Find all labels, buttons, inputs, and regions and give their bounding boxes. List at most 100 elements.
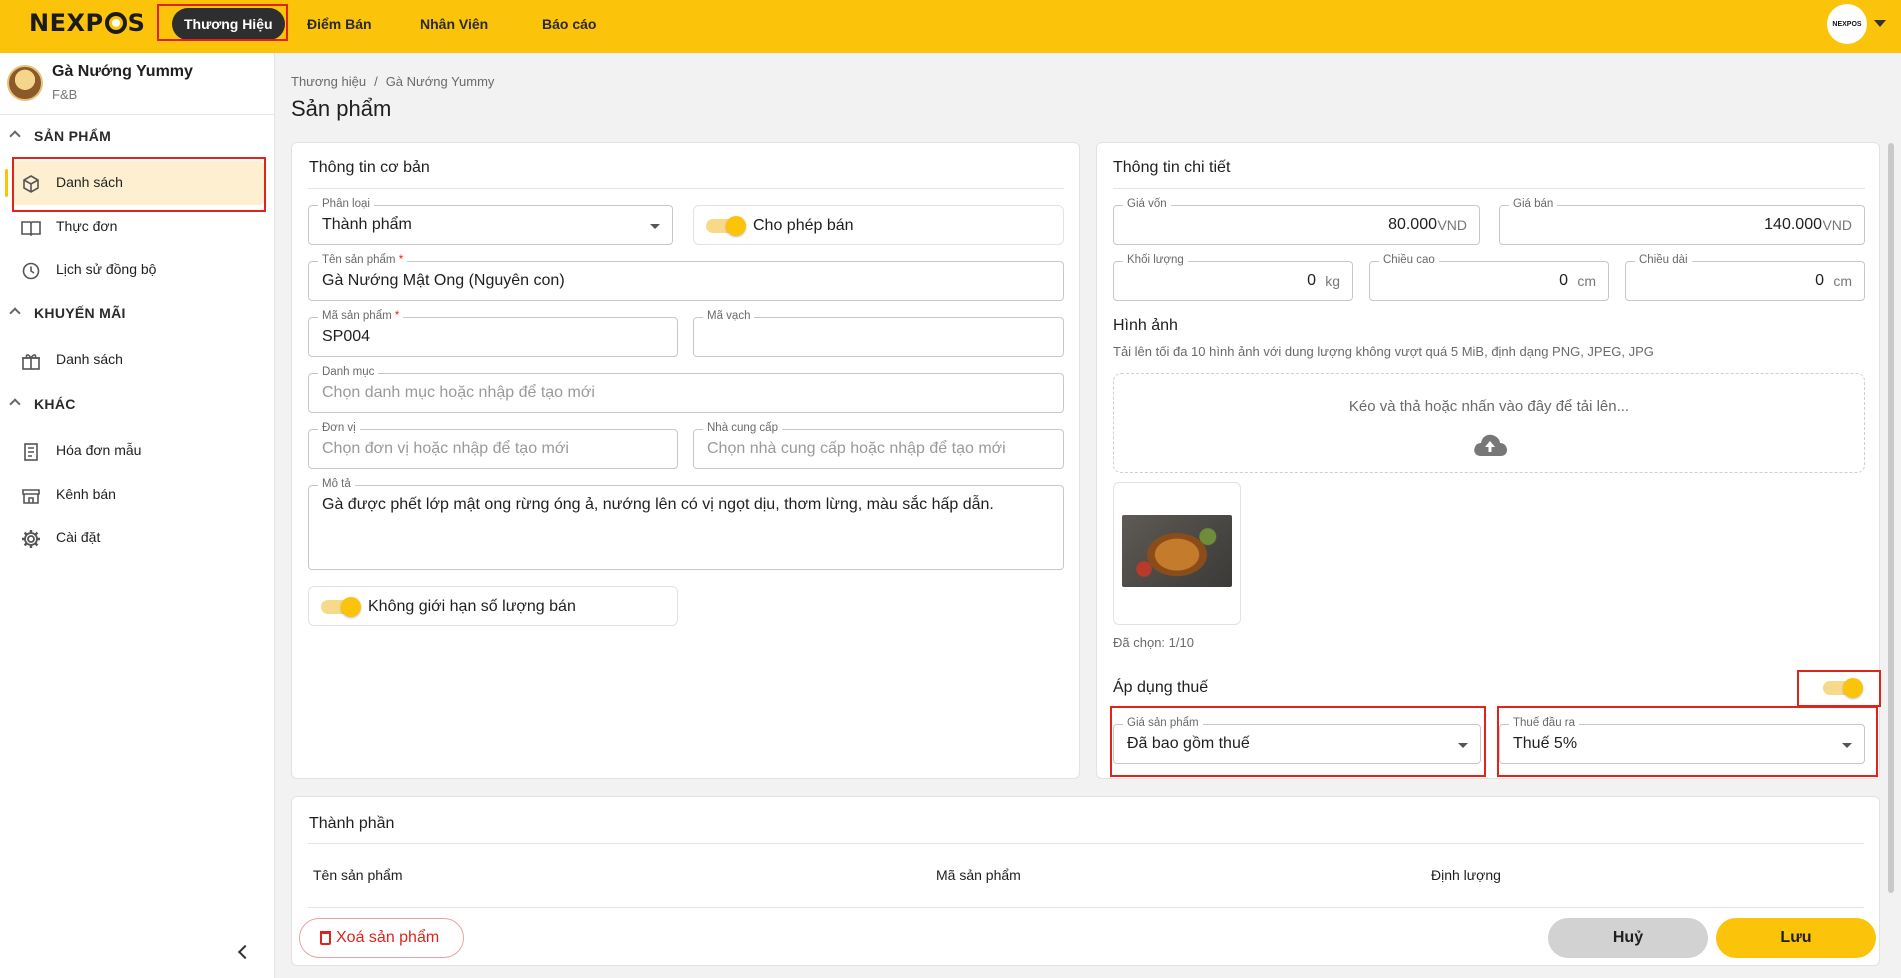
gift-icon bbox=[22, 354, 40, 370]
history-icon bbox=[22, 262, 40, 280]
trash-icon bbox=[320, 931, 331, 945]
chevron-up-icon bbox=[9, 398, 21, 410]
output-tax-select[interactable]: Thuế đầu ra Thuế 5% bbox=[1499, 717, 1865, 764]
images-title: Hình ảnh bbox=[1113, 317, 1178, 334]
nav-tab-outlets[interactable]: Điểm Bán bbox=[295, 8, 384, 40]
sidebar-item-promo-list[interactable]: Danh sách bbox=[12, 338, 264, 382]
breadcrumb-separator: / bbox=[374, 74, 378, 89]
section-title: KHUYẾN MÃI bbox=[34, 305, 126, 321]
brand-name: Gà Nướng Yummy bbox=[52, 63, 193, 80]
category-field[interactable]: Danh mục Chọn danh mục hoặc nhập để tạo … bbox=[308, 366, 1064, 413]
sell-price-field[interactable]: Giá bán 140.000 VND bbox=[1499, 198, 1865, 245]
nav-tab-staff[interactable]: Nhân Viên bbox=[408, 8, 500, 40]
field-unit: VND bbox=[1437, 217, 1467, 233]
delete-label: Xoá sản phẩm bbox=[336, 929, 440, 946]
sidebar-item-label: Danh sách bbox=[56, 351, 123, 367]
height-field[interactable]: Chiều cao 0 cm bbox=[1369, 254, 1609, 301]
breadcrumb-current[interactable]: Gà Nướng Yummy bbox=[386, 74, 495, 89]
sidebar-item-sales-channel[interactable]: Kênh bán bbox=[12, 473, 264, 517]
save-button[interactable]: Lưu bbox=[1716, 918, 1876, 958]
toggle-knob bbox=[1843, 678, 1863, 698]
card-title: Thông tin chi tiết bbox=[1113, 159, 1231, 176]
divider bbox=[308, 907, 1864, 908]
allow-sale-toggle[interactable] bbox=[706, 216, 746, 236]
brand-avatar bbox=[7, 65, 43, 101]
chevron-down-icon[interactable] bbox=[1874, 20, 1886, 27]
menu-book-icon bbox=[21, 221, 41, 237]
sidebar-item-label: Lịch sử đồng bộ bbox=[56, 261, 157, 277]
supplier-field[interactable]: Nhà cung cấp Chọn nhà cung cấp hoặc nhập… bbox=[693, 422, 1064, 469]
dropdown-arrow-icon bbox=[650, 224, 660, 229]
column-header-product-code: Mã sản phẩm bbox=[936, 867, 1021, 883]
sidebar-item-label: Thực đơn bbox=[56, 218, 118, 234]
field-label: Khối lượng bbox=[1123, 254, 1188, 266]
nexpos-logo[interactable]: NEXP S bbox=[29, 9, 145, 37]
field-label: Chiều cao bbox=[1379, 254, 1439, 266]
breadcrumb-brand[interactable]: Thương hiệu bbox=[291, 74, 366, 89]
page-scrollbar[interactable] bbox=[1888, 143, 1894, 893]
brand-type: F&B bbox=[52, 87, 78, 102]
field-value: Thuế 5% bbox=[1513, 735, 1578, 752]
store-icon bbox=[22, 489, 40, 504]
field-placeholder: Chọn danh mục hoặc nhập để tạo mới bbox=[322, 384, 595, 401]
sidebar-item-settings[interactable]: Cài đặt bbox=[12, 516, 264, 560]
price-mode-select[interactable]: Giá sản phẩm Đã bao gồm thuế bbox=[1113, 717, 1481, 764]
cost-price-field[interactable]: Giá vốn 80.000 VND bbox=[1113, 198, 1480, 245]
toggle-knob bbox=[726, 216, 746, 236]
delete-product-button[interactable]: Xoá sản phẩm bbox=[299, 918, 464, 958]
field-value: Gà được phết lớp mật ong rừng óng ả, nướ… bbox=[322, 496, 994, 513]
field-unit: VND bbox=[1822, 217, 1852, 233]
divider bbox=[1113, 188, 1865, 189]
field-unit: kg bbox=[1325, 273, 1340, 289]
sidebar-item-sync-history[interactable]: Lịch sử đồng bộ bbox=[12, 248, 264, 292]
allow-sale-label: Cho phép bán bbox=[753, 217, 854, 234]
selected-count: Đã chọn: 1/10 bbox=[1113, 635, 1194, 650]
toggle-knob bbox=[341, 597, 361, 617]
column-header-product-name: Tên sản phẩm bbox=[313, 867, 403, 883]
field-placeholder: Chọn đơn vị hoặc nhập để tạo mới bbox=[322, 440, 569, 457]
cloud-upload-icon bbox=[1474, 434, 1507, 456]
image-dropzone[interactable]: Kéo và thả hoặc nhấn vào đây để tải lên.… bbox=[1113, 373, 1865, 473]
field-label: Thuế đầu ra bbox=[1509, 717, 1580, 729]
apply-tax-toggle[interactable] bbox=[1823, 678, 1863, 698]
image-thumbnail[interactable] bbox=[1113, 482, 1241, 625]
category-type-select[interactable]: Phân loại Thành phẩm bbox=[308, 198, 673, 245]
sidebar-item-product-list[interactable]: Danh sách bbox=[5, 161, 264, 205]
chevron-up-icon bbox=[9, 130, 21, 142]
detail-info-card: Thông tin chi tiết Giá vốn 80.000 VND Gi… bbox=[1096, 142, 1880, 779]
field-label: Mã sản phẩm * bbox=[318, 310, 404, 322]
product-name-field[interactable]: Tên sản phẩm * Gà Nướng Mật Ong (Nguyên … bbox=[308, 254, 1064, 301]
sidebar-item-menu[interactable]: Thực đơn bbox=[12, 205, 264, 249]
unit-field[interactable]: Đơn vị Chọn đơn vị hoặc nhập để tạo mới bbox=[308, 422, 678, 469]
sidebar-item-invoice-template[interactable]: Hóa đơn mẫu bbox=[12, 429, 264, 473]
user-avatar[interactable]: NEXPOS bbox=[1827, 4, 1867, 44]
description-textarea[interactable]: Mô tả Gà được phết lớp mật ong rừng óng … bbox=[308, 478, 1064, 570]
section-title: KHÁC bbox=[34, 396, 76, 412]
roast-chicken-image bbox=[1122, 515, 1232, 587]
field-label: Tên sản phẩm * bbox=[318, 254, 408, 266]
field-label: Nhà cung cấp bbox=[703, 422, 782, 434]
collapse-sidebar-icon[interactable] bbox=[237, 944, 253, 960]
length-field[interactable]: Chiều dài 0 cm bbox=[1625, 254, 1865, 301]
card-title: Thông tin cơ bản bbox=[309, 159, 430, 176]
field-value: 0 bbox=[1815, 272, 1824, 289]
divider bbox=[308, 843, 1864, 844]
images-hint: Tải lên tối đa 10 hình ảnh với dung lượn… bbox=[1113, 344, 1654, 359]
dropzone-text: Kéo và thả hoặc nhấn vào đây để tải lên.… bbox=[1348, 398, 1630, 415]
top-navigation-bar: NEXP S Thương Hiệu Điểm Bán Nhân Viên Báo… bbox=[0, 0, 1901, 53]
unlimited-qty-label: Không giới hạn số lượng bán bbox=[368, 598, 576, 615]
field-value: Gà Nướng Mật Ong (Nguyên con) bbox=[322, 272, 565, 289]
brand-header[interactable]: Gà Nướng Yummy F&B bbox=[0, 53, 274, 115]
barcode-field[interactable]: Mã vạch bbox=[693, 310, 1064, 357]
chevron-up-icon bbox=[9, 307, 21, 319]
nav-tab-reports[interactable]: Báo cáo bbox=[530, 8, 608, 40]
field-value: Đã bao gồm thuế bbox=[1127, 735, 1250, 752]
nav-tab-brand[interactable]: Thương Hiệu bbox=[172, 8, 285, 40]
cancel-button[interactable]: Huỷ bbox=[1548, 918, 1708, 958]
weight-field[interactable]: Khối lượng 0 kg bbox=[1113, 254, 1353, 301]
field-label: Chiều dài bbox=[1635, 254, 1692, 266]
field-label: Đơn vị bbox=[318, 422, 360, 434]
box-icon bbox=[23, 175, 39, 193]
unlimited-qty-toggle[interactable] bbox=[321, 597, 361, 617]
product-code-field[interactable]: Mã sản phẩm * SP004 bbox=[308, 310, 678, 357]
